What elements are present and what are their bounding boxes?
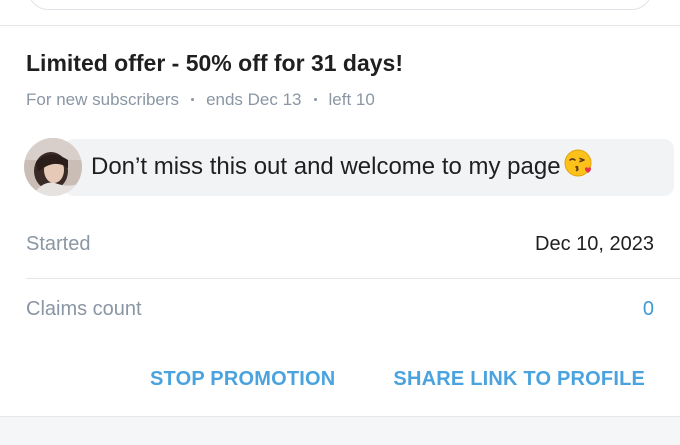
started-row: Started Dec 10, 2023 <box>26 233 654 256</box>
message-bubble: Don’t miss this out and welcome to my pa… <box>64 138 674 196</box>
section-gap <box>0 417 680 445</box>
share-link-button[interactable]: SHARE LINK TO PROFILE <box>393 368 645 391</box>
offer-audience: For new subscribers <box>26 90 180 109</box>
face-blowing-kiss-icon <box>563 148 593 183</box>
separator-dot <box>313 97 317 101</box>
avatar[interactable] <box>24 138 82 196</box>
promo-message: Don’t miss this out and welcome to my pa… <box>24 138 674 196</box>
stop-promotion-button[interactable]: STOP PROMOTION <box>150 368 335 391</box>
claims-row: Claims count 0 <box>26 298 654 321</box>
offer-title: Limited offer - 50% off for 31 days! <box>26 50 404 76</box>
claims-count-link[interactable]: 0 <box>643 298 654 321</box>
offer-left: left 10 <box>328 90 375 109</box>
started-label: Started <box>26 233 91 255</box>
offer-ends: ends Dec 13 <box>206 90 302 109</box>
offer-meta: For new subscribers ends Dec 13 left 10 <box>26 90 375 110</box>
started-value: Dec 10, 2023 <box>535 233 654 255</box>
message-text: Don’t miss this out and welcome to my pa… <box>91 153 561 180</box>
previous-card <box>28 0 652 10</box>
divider <box>0 25 680 26</box>
promotion-actions: STOP PROMOTION SHARE LINK TO PROFILE <box>150 368 645 391</box>
promotion-card: Limited offer - 50% off for 31 days! For… <box>0 0 680 445</box>
divider <box>26 278 680 279</box>
claims-label: Claims count <box>26 298 142 320</box>
separator-dot <box>191 97 195 101</box>
